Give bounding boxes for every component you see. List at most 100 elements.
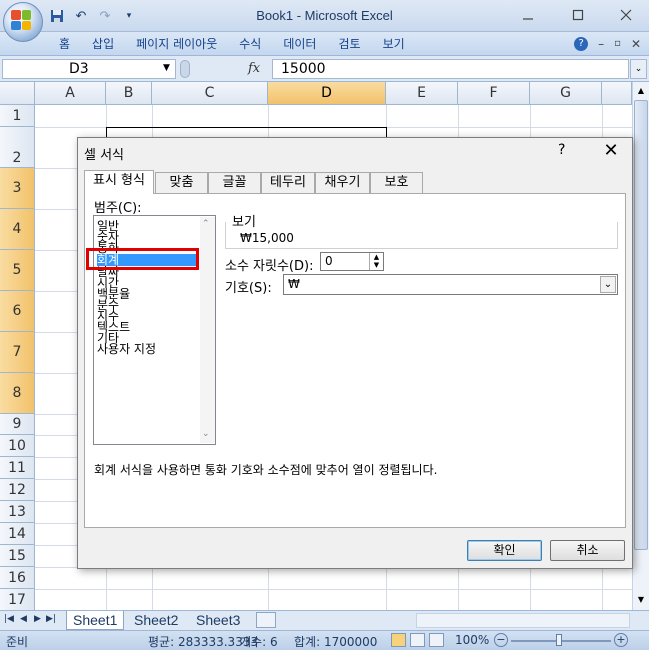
name-box-value: D3	[69, 61, 89, 77]
row-header-7[interactable]: 7	[0, 332, 35, 373]
dialog-close-icon[interactable]: ✕	[597, 139, 625, 163]
tab-border[interactable]: 테두리	[261, 172, 315, 193]
zoom-out-icon[interactable]: −	[494, 633, 508, 647]
tab-view[interactable]: 보기	[372, 35, 416, 52]
tab-font[interactable]: 글꼴	[208, 172, 261, 193]
symbol-select[interactable]: ₩ ⌄	[283, 274, 618, 295]
help-icon[interactable]: ?	[574, 36, 589, 51]
scroll-thumb[interactable]	[634, 100, 648, 550]
tab-data[interactable]: 데이터	[272, 35, 327, 52]
tab-fill[interactable]: 채우기	[315, 172, 370, 193]
last-sheet-icon[interactable]: ▶|	[46, 614, 56, 624]
decimal-places-input[interactable]: 0 ▲ ▼	[320, 252, 384, 271]
row-header-14[interactable]: 14	[0, 523, 35, 545]
column-header-f[interactable]: F	[458, 82, 530, 105]
zoom-slider-thumb[interactable]	[556, 634, 562, 646]
formula-bar: D3 ▼ fx 15000 ⌄	[0, 56, 649, 82]
symbol-value: ₩	[288, 277, 300, 291]
row-header-4[interactable]: 4	[0, 209, 35, 250]
chevron-down-icon[interactable]: ▼	[163, 63, 170, 73]
format-cells-dialog: 셀 서식 ? ✕ 표시 형식 맞춤 글꼴 테두리 채우기 보호 범주(C): 일…	[77, 137, 633, 569]
column-header-e[interactable]: E	[386, 82, 458, 105]
row-header-1[interactable]: 1	[0, 105, 35, 127]
close-window-button[interactable]	[612, 4, 640, 26]
tab-number-format[interactable]: 표시 형식	[84, 170, 154, 194]
column-header-partial[interactable]	[602, 82, 632, 105]
column-header-d[interactable]: D	[268, 82, 386, 105]
status-sum: 합계: 1700000	[294, 635, 378, 649]
ribbon-minimize-icon[interactable]: –	[598, 37, 604, 51]
column-header-g[interactable]: G	[530, 82, 602, 105]
row-header-11[interactable]: 11	[0, 457, 35, 479]
first-sheet-icon[interactable]: |◀	[4, 614, 14, 624]
tab-review[interactable]: 검토	[327, 35, 371, 52]
row-header-12[interactable]: 12	[0, 479, 35, 501]
row-header-8[interactable]: 8	[0, 373, 35, 414]
ok-button[interactable]: 확인	[467, 540, 542, 561]
zoom-level[interactable]: 100%	[455, 633, 489, 647]
ribbon-restore-icon[interactable]: ▫	[614, 38, 621, 49]
cancel-button[interactable]: 취소	[550, 540, 625, 561]
row-header-13[interactable]: 13	[0, 501, 35, 523]
row-header-16[interactable]: 16	[0, 567, 35, 589]
scroll-down-icon[interactable]: ▼	[634, 592, 648, 607]
category-custom[interactable]: 사용자 지정	[97, 343, 156, 355]
row-header-17[interactable]: 17	[0, 589, 35, 610]
chevron-up-icon[interactable]: ⌃	[202, 219, 210, 229]
row-header-15[interactable]: 15	[0, 545, 35, 567]
select-all-corner[interactable]	[0, 82, 35, 105]
row-header-9[interactable]: 9	[0, 414, 35, 435]
formula-input[interactable]: 15000	[272, 59, 629, 79]
prev-sheet-icon[interactable]: ◀	[20, 614, 27, 624]
highlight-box	[86, 248, 199, 270]
window-title: Book1 - Microsoft Excel	[256, 8, 393, 23]
row-header-10[interactable]: 10	[0, 435, 35, 457]
row-header-5[interactable]: 5	[0, 250, 35, 291]
sheet-tab-sheet3[interactable]: Sheet3	[190, 611, 246, 630]
row-header-6[interactable]: 6	[0, 291, 35, 332]
gridline	[35, 589, 632, 590]
insert-sheet-icon[interactable]	[256, 612, 276, 628]
ribbon-close-icon[interactable]: ✕	[631, 37, 641, 51]
expand-formula-bar-icon[interactable]: ⌄	[630, 59, 647, 79]
category-label: 범주(C):	[94, 201, 142, 216]
page-break-view-icon[interactable]	[429, 633, 444, 647]
minimize-button[interactable]	[514, 4, 542, 26]
vertical-scrollbar[interactable]: ▲ ▼	[632, 82, 649, 610]
status-count: 개수: 6	[240, 635, 278, 649]
tab-alignment[interactable]: 맞춤	[155, 172, 208, 193]
category-description: 회계 서식을 사용하면 통화 기호와 소수점에 맞추어 열이 정렬됩니다.	[94, 463, 438, 477]
spin-up-icon[interactable]: ▲	[369, 253, 383, 261]
name-box[interactable]: D3 ▼	[2, 59, 176, 79]
sheet-tab-sheet2[interactable]: Sheet2	[128, 611, 184, 630]
normal-view-icon[interactable]	[391, 633, 406, 647]
ribbon-tabs: 홈 삽입 페이지 레이아웃 수식 데이터 검토 보기 ? – ▫ ✕	[0, 32, 649, 56]
column-header-a[interactable]: A	[35, 82, 106, 105]
tab-formulas[interactable]: 수식	[228, 35, 272, 52]
tab-protection[interactable]: 보호	[370, 172, 423, 193]
page-layout-view-icon[interactable]	[410, 633, 425, 647]
tab-home[interactable]: 홈	[48, 35, 81, 52]
row-header-3[interactable]: 3	[0, 168, 35, 209]
next-sheet-icon[interactable]: ▶	[34, 614, 41, 624]
zoom-in-icon[interactable]: +	[614, 633, 628, 647]
dialog-help-button[interactable]: ?	[558, 142, 565, 158]
chevron-down-icon[interactable]: ⌄	[202, 429, 210, 439]
symbol-label: 기호(S):	[225, 281, 272, 296]
row-header-2[interactable]: 2	[0, 127, 35, 168]
category-scrollbar[interactable]: ⌃ ⌄	[200, 217, 215, 443]
column-header-c[interactable]: C	[152, 82, 268, 105]
formula-bar-splitter[interactable]	[180, 60, 190, 78]
decimal-places-value: 0	[325, 254, 333, 268]
chevron-down-icon[interactable]: ⌄	[600, 276, 616, 293]
insert-function-icon[interactable]: fx	[248, 61, 260, 76]
sample-value: ₩15,000	[240, 231, 294, 245]
sheet-tab-sheet1[interactable]: Sheet1	[66, 611, 125, 630]
spin-down-icon[interactable]: ▼	[369, 261, 383, 270]
tab-page-layout[interactable]: 페이지 레이아웃	[125, 35, 228, 52]
tab-insert[interactable]: 삽입	[81, 35, 125, 52]
horizontal-scrollbar[interactable]	[416, 613, 630, 628]
column-header-b[interactable]: B	[106, 82, 152, 105]
scroll-up-icon[interactable]: ▲	[634, 83, 648, 98]
maximize-button[interactable]	[564, 4, 592, 26]
